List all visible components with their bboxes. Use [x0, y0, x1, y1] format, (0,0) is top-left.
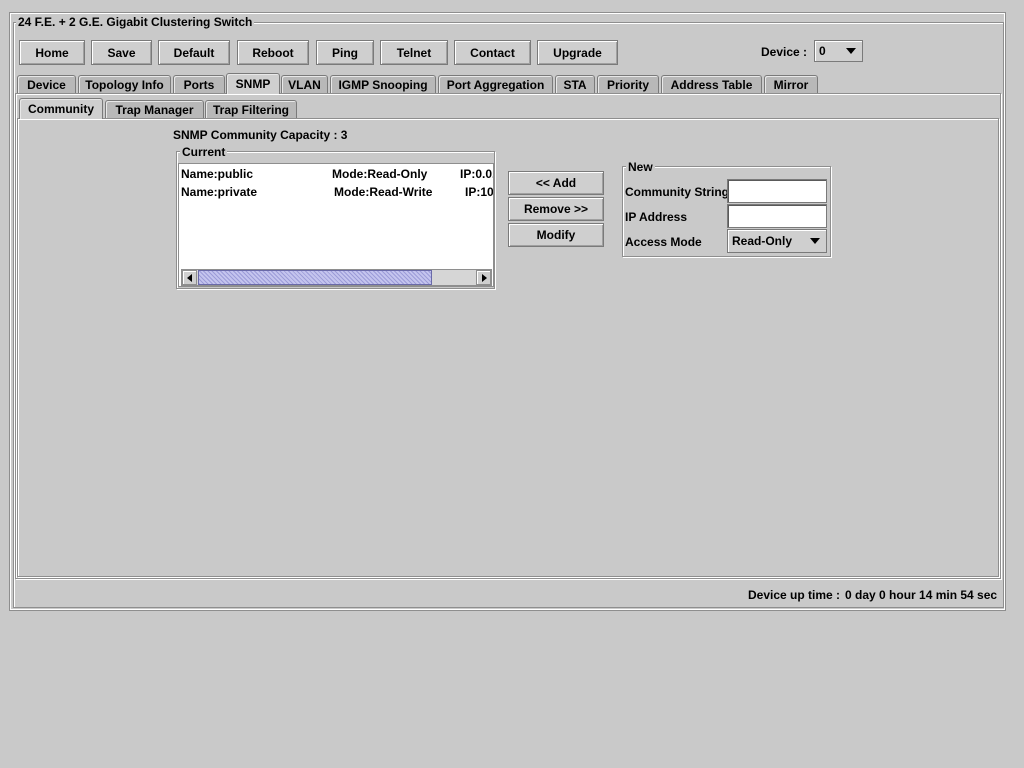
entry-mode: Mode:Read-Write	[334, 185, 433, 199]
ping-button[interactable]: Ping	[316, 40, 374, 65]
scroll-right-button[interactable]	[476, 270, 491, 285]
tab-topology-info[interactable]: Topology Info	[78, 75, 171, 94]
tab-sta[interactable]: STA	[555, 75, 595, 94]
arrow-right-icon	[482, 274, 487, 282]
tab-port-aggregation[interactable]: Port Aggregation	[438, 75, 553, 94]
access-mode-value: Read-Only	[732, 234, 793, 248]
list-item[interactable]: Name:public Mode:Read-Only IP:0.0.	[179, 167, 494, 185]
chevron-down-icon	[846, 48, 856, 54]
modify-button[interactable]: Modify	[508, 223, 604, 247]
new-legend: New	[626, 160, 655, 174]
subtab-community[interactable]: Community	[19, 98, 103, 119]
contact-button[interactable]: Contact	[454, 40, 531, 65]
access-mode-select[interactable]: Read-Only	[727, 229, 827, 253]
community-string-field[interactable]	[727, 179, 827, 203]
telnet-button[interactable]: Telnet	[380, 40, 448, 65]
list-item[interactable]: Name:private Mode:Read-Write IP:10	[179, 185, 494, 203]
tab-snmp[interactable]: SNMP	[226, 73, 280, 94]
scroll-thumb[interactable]	[198, 270, 432, 285]
ip-address-label: IP Address	[625, 210, 688, 224]
add-button[interactable]: << Add	[508, 171, 604, 195]
subtab-trap-manager[interactable]: Trap Manager	[105, 100, 204, 119]
tab-mirror[interactable]: Mirror	[764, 75, 818, 94]
device-label: Device :	[761, 45, 808, 59]
uptime-label: Device up time :	[748, 588, 841, 602]
tab-vlan[interactable]: VLAN	[281, 75, 328, 94]
upgrade-button[interactable]: Upgrade	[537, 40, 618, 65]
default-button[interactable]: Default	[158, 40, 230, 65]
reboot-button[interactable]: Reboot	[237, 40, 309, 65]
entry-name: Name:private	[181, 185, 258, 199]
remove-button[interactable]: Remove >>	[508, 197, 604, 221]
tab-device[interactable]: Device	[17, 75, 76, 94]
community-list[interactable]: Name:public Mode:Read-Only IP:0.0. Name:…	[178, 163, 494, 287]
home-button[interactable]: Home	[19, 40, 85, 65]
access-mode-label: Access Mode	[625, 235, 702, 249]
ip-address-field[interactable]	[727, 204, 827, 228]
save-button[interactable]: Save	[91, 40, 152, 65]
window-title: 24 F.E. + 2 G.E. Gigabit Clustering Swit…	[16, 15, 255, 29]
entry-ip: IP:10	[465, 185, 494, 199]
tab-priority[interactable]: Priority	[597, 75, 659, 94]
device-select[interactable]: 0	[814, 40, 863, 62]
tab-igmp-snooping[interactable]: IGMP Snooping	[330, 75, 436, 94]
chevron-down-icon	[810, 238, 820, 244]
horizontal-scrollbar[interactable]	[181, 269, 492, 286]
tab-ports[interactable]: Ports	[173, 75, 225, 94]
community-string-label: Community String	[625, 185, 729, 199]
entry-name: Name:public	[181, 167, 254, 181]
entry-ip: IP:0.0.	[460, 167, 494, 181]
scroll-left-button[interactable]	[182, 270, 197, 285]
arrow-left-icon	[187, 274, 192, 282]
community-capacity-label: SNMP Community Capacity : 3	[173, 128, 348, 142]
current-legend: Current	[180, 145, 228, 159]
subtab-trap-filtering[interactable]: Trap Filtering	[205, 100, 297, 119]
entry-mode: Mode:Read-Only	[332, 167, 428, 181]
tab-address-table[interactable]: Address Table	[661, 75, 762, 94]
uptime-value: 0 day 0 hour 14 min 54 sec	[845, 588, 998, 602]
device-select-value: 0	[819, 44, 826, 58]
